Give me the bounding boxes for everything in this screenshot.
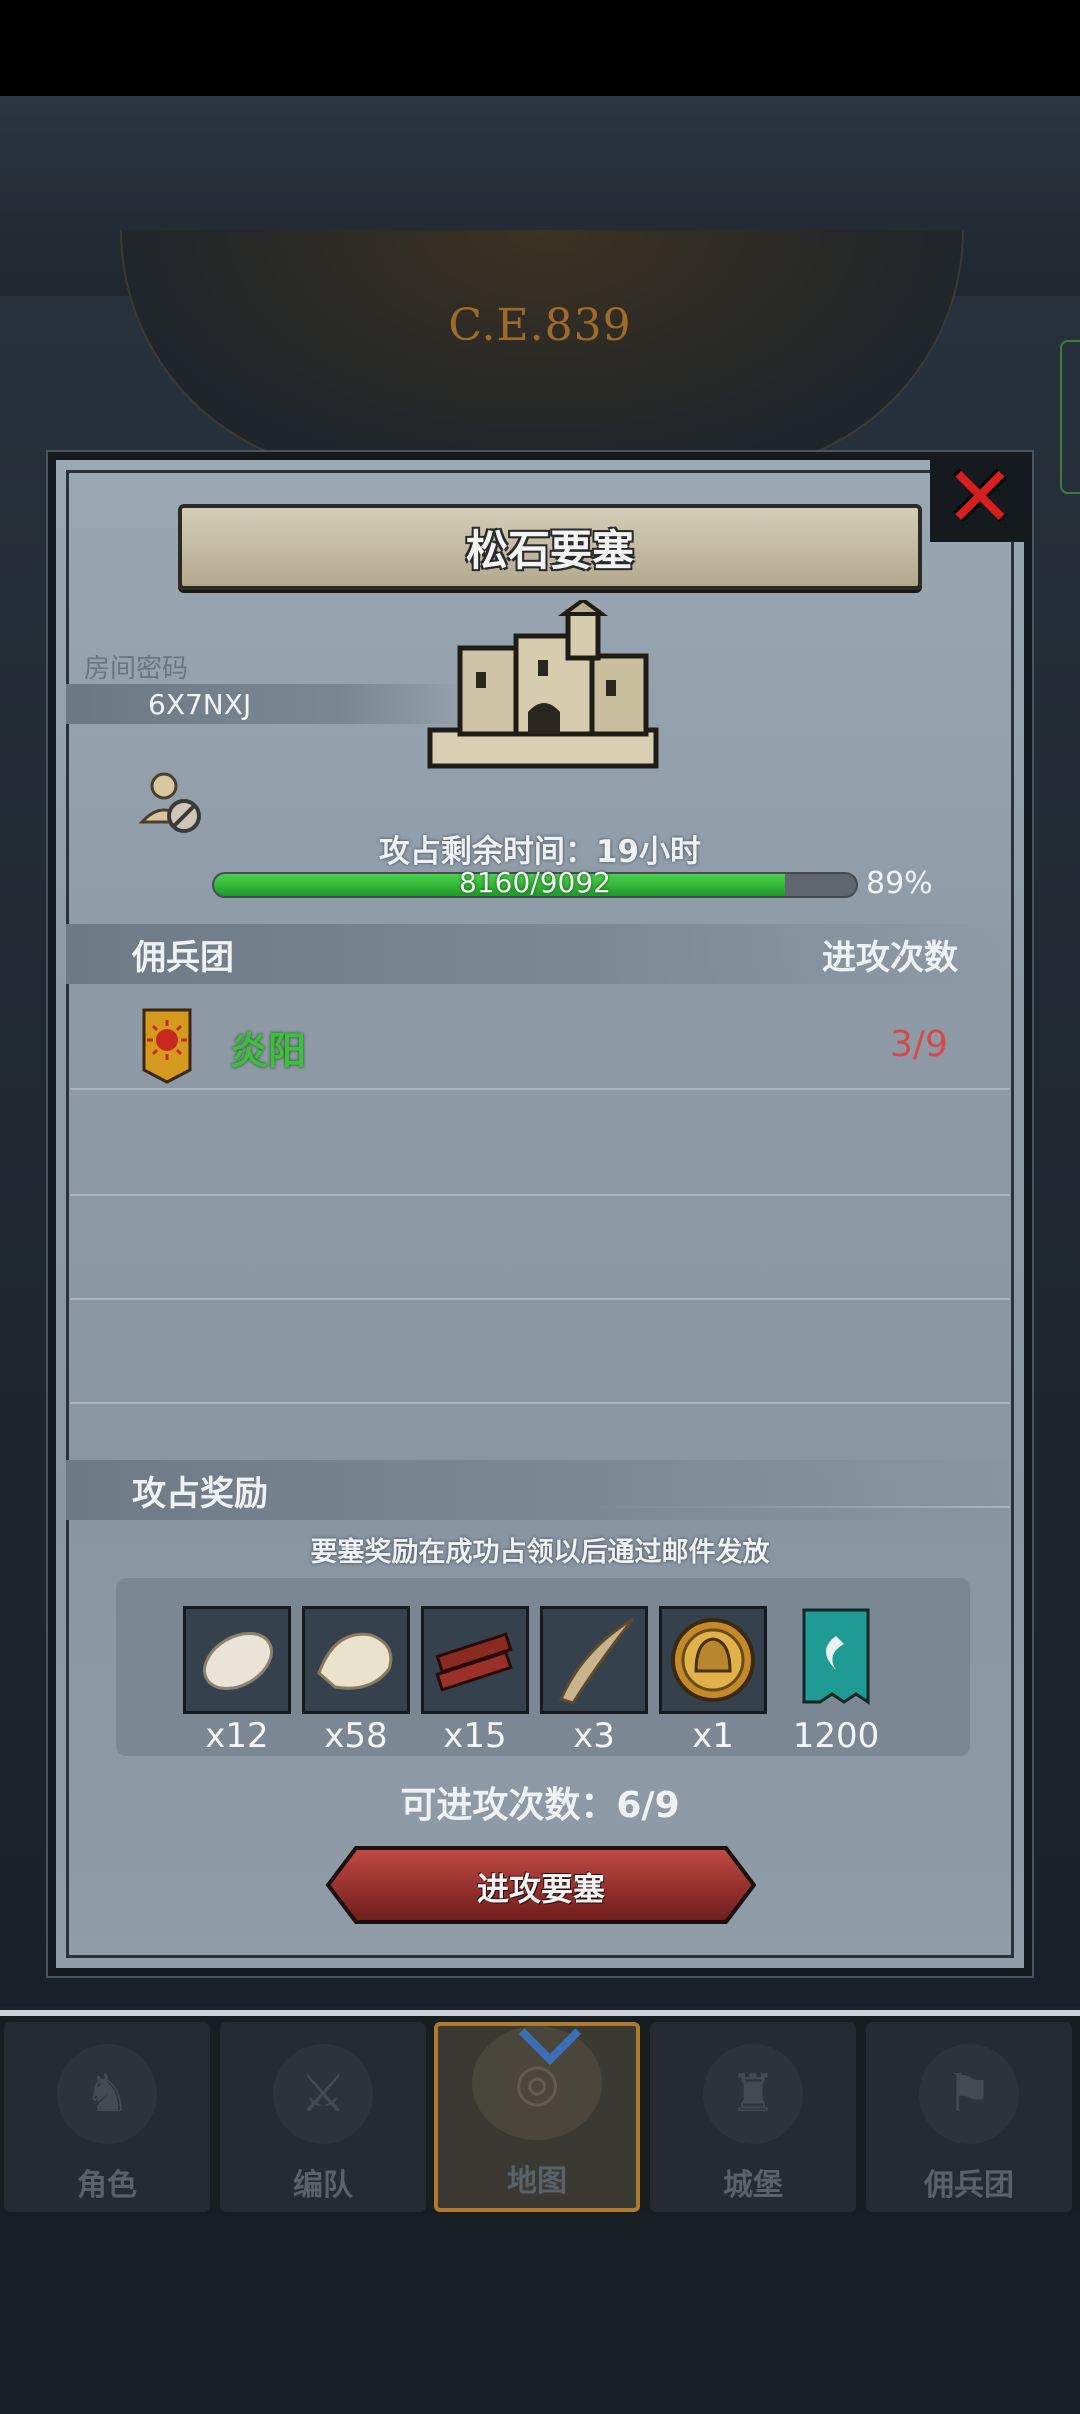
pelt-icon[interactable] xyxy=(302,1606,410,1714)
reward-qty: x58 xyxy=(324,1716,388,1756)
horn-icon[interactable] xyxy=(540,1606,648,1714)
mercenary-name: 炎阳 xyxy=(230,1029,307,1073)
nav-label: 城堡 xyxy=(723,2168,783,2203)
castle-icon xyxy=(427,600,659,769)
edge-marker xyxy=(1060,340,1080,494)
attack-count-column-label: 进攻次数 xyxy=(822,938,958,978)
close-icon: ✕ xyxy=(944,448,1016,546)
wood-planks-icon[interactable] xyxy=(421,1606,529,1714)
reward-qty: 1200 xyxy=(792,1716,880,1756)
close-button[interactable]: ✕ xyxy=(930,452,1030,542)
remaining-attacks: 可进攻次数：6/9 xyxy=(400,1785,680,1826)
nav-item-formation[interactable]: ⚔ 编队 xyxy=(220,2022,426,2212)
mercenary-section-title: 佣兵团 xyxy=(132,938,234,978)
siege-progress-text: 8160/9092 xyxy=(459,866,611,899)
room-password-label: 房间密码 xyxy=(84,654,189,684)
reward-qty: x1 xyxy=(692,1716,734,1756)
reward-qty: x12 xyxy=(205,1716,269,1756)
system-nav-area xyxy=(0,2215,1080,2414)
reward-qty: x15 xyxy=(443,1716,507,1756)
user-blocked-icon[interactable] xyxy=(138,768,208,838)
mercenary-icon: ⚑ xyxy=(919,2044,1019,2144)
era-label: C.E.839 xyxy=(448,300,632,351)
empty-list-row xyxy=(70,1092,1010,1196)
siege-time-remaining: 攻占剩余时间：19小时 xyxy=(378,834,702,870)
mercenary-attack-count: 3/9 xyxy=(890,1024,948,1065)
nav-label: 角色 xyxy=(77,2168,137,2203)
status-bar-area xyxy=(0,0,1080,96)
room-password-value[interactable]: 6X7NXJ xyxy=(148,688,251,721)
reward-qty: x3 xyxy=(573,1716,615,1756)
empty-list-row xyxy=(70,1300,1010,1404)
golden-helmet-badge-icon[interactable] xyxy=(659,1606,767,1714)
nav-label: 编队 xyxy=(293,2168,353,2203)
mercenary-flag-icon xyxy=(142,1008,192,1084)
attack-fortress-label[interactable]: 进攻要塞 xyxy=(326,1864,756,1910)
teal-banner-icon[interactable] xyxy=(786,1606,886,1714)
reward-note: 要塞奖励在成功占领以后通过邮件发放 xyxy=(310,1537,770,1568)
reward-section-title: 攻占奖励 xyxy=(132,1474,268,1514)
formation-icon: ⚔ xyxy=(273,2044,373,2144)
white-fur-icon[interactable] xyxy=(183,1606,291,1714)
nav-item-character[interactable]: ♞ 角色 xyxy=(4,2022,210,2212)
knight-icon: ♞ xyxy=(57,2044,157,2144)
nav-item-castle[interactable]: ♜ 城堡 xyxy=(650,2022,856,2212)
castle-icon: ♜ xyxy=(703,2044,803,2144)
empty-list-row xyxy=(70,1196,1010,1300)
nav-label: 地图 xyxy=(507,2164,567,2199)
room-password-bar xyxy=(66,684,466,724)
dialog-title: 松石要塞 xyxy=(465,525,634,575)
nav-item-mercenary[interactable]: ⚑ 佣兵团 xyxy=(866,2022,1072,2212)
title-banner: 松石要塞 xyxy=(178,504,922,590)
nav-label: 佣兵团 xyxy=(924,2168,1014,2203)
table-row[interactable] xyxy=(70,988,1010,1090)
era-dial xyxy=(120,230,964,472)
siege-progress-percent: 89% xyxy=(866,866,933,901)
